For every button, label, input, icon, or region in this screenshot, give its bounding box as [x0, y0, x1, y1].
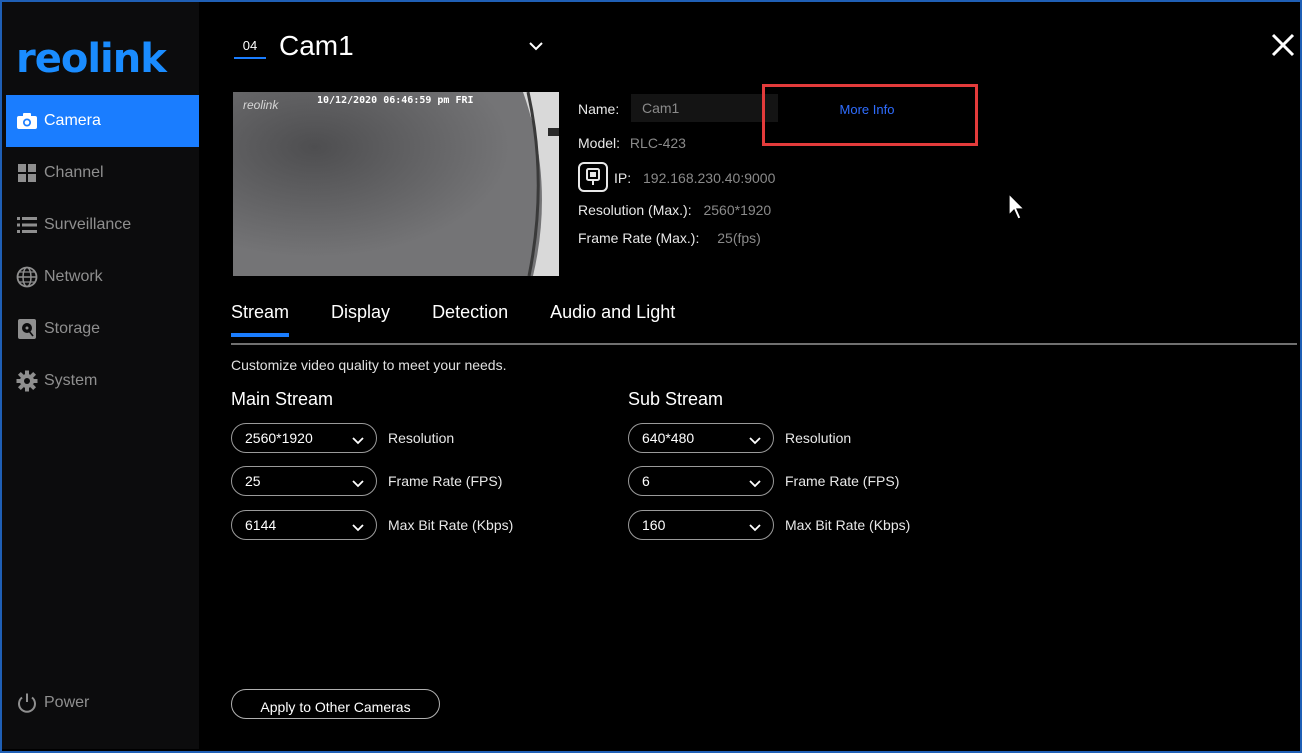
- sub-framerate-select[interactable]: 6: [628, 466, 774, 496]
- framerate-value: 25(fps): [717, 230, 761, 246]
- sidebar-item-label: Network: [44, 268, 103, 285]
- resolution-value: 2560*1920: [703, 202, 772, 218]
- ip-label: IP:: [614, 170, 632, 186]
- tab-display[interactable]: Display: [331, 302, 390, 337]
- sub-resolution-select[interactable]: 640*480: [628, 423, 774, 453]
- name-label: Name:: [578, 101, 620, 117]
- sidebar-item-system[interactable]: System: [6, 355, 199, 407]
- sidebar-item-camera[interactable]: Camera: [6, 95, 199, 147]
- select-value: 6144: [245, 517, 277, 533]
- page-description: Customize video quality to meet your nee…: [231, 357, 507, 373]
- preview-timestamp: 10/12/2020 06:46:59 pm FRI: [317, 95, 474, 106]
- power-icon: [16, 692, 38, 714]
- main-resolution-label: Resolution: [388, 430, 455, 446]
- settings-tabs: Stream Display Detection Audio and Light: [231, 302, 717, 337]
- sidebar: reolink Camera Channel Surveillance Netw…: [2, 2, 199, 749]
- list-icon: [16, 214, 38, 236]
- camera-preview: reolink 10/12/2020 06:46:59 pm FRI: [233, 92, 559, 276]
- framerate-row: Frame Rate (Max.): 25(fps): [578, 230, 761, 246]
- reolink-logo: reolink: [16, 36, 167, 82]
- storage-icon: [16, 318, 38, 340]
- name-field[interactable]: Cam1: [631, 94, 778, 122]
- preview-watermark: reolink: [243, 98, 279, 112]
- sub-bitrate-select[interactable]: 160: [628, 510, 774, 540]
- tab-divider: [231, 343, 1297, 345]
- framerate-label: Frame Rate (Max.):: [578, 230, 700, 246]
- select-value: 6: [642, 473, 650, 489]
- power-button[interactable]: Power: [16, 692, 89, 714]
- tab-detection[interactable]: Detection: [432, 302, 508, 337]
- sub-framerate-label: Frame Rate (FPS): [785, 473, 900, 489]
- ip-value: 192.168.230.40:9000: [643, 170, 776, 186]
- main-framerate-label: Frame Rate (FPS): [388, 473, 503, 489]
- globe-icon: [16, 266, 38, 288]
- sidebar-item-channel[interactable]: Channel: [6, 147, 199, 199]
- chevron-down-icon: [352, 520, 364, 532]
- camera-select-chevron-icon[interactable]: [528, 38, 544, 54]
- sidebar-item-label: Surveillance: [44, 216, 132, 233]
- chevron-down-icon: [749, 476, 761, 488]
- chevron-down-icon: [749, 520, 761, 532]
- main-resolution-select[interactable]: 2560*1920: [231, 423, 377, 453]
- resolution-label: Resolution (Max.):: [578, 202, 692, 218]
- sidebar-item-label: System: [44, 372, 98, 389]
- camera-title: Cam1: [279, 30, 354, 61]
- mouse-cursor-icon: [1008, 192, 1028, 221]
- gear-icon: [16, 370, 38, 392]
- sidebar-item-label: Channel: [44, 164, 104, 181]
- sidebar-item-storage[interactable]: Storage: [6, 303, 199, 355]
- tab-stream[interactable]: Stream: [231, 302, 290, 337]
- network-port-icon: [578, 162, 608, 192]
- chevron-down-icon: [352, 476, 364, 488]
- main-bitrate-label: Max Bit Rate (Kbps): [388, 517, 514, 533]
- select-value: 640*480: [642, 430, 695, 446]
- sub-bitrate-label: Max Bit Rate (Kbps): [785, 517, 911, 533]
- ip-row: IP: 192.168.230.40:9000: [614, 170, 775, 186]
- channel-number: 04: [234, 38, 266, 59]
- model-row: Model: RLC-423: [578, 135, 686, 151]
- resolution-row: Resolution (Max.): 2560*1920: [578, 202, 771, 218]
- select-value: 2560*1920: [245, 430, 313, 446]
- chevron-down-icon: [352, 433, 364, 445]
- select-value: 160: [642, 517, 666, 533]
- model-label: Model:: [578, 135, 621, 151]
- power-label: Power: [44, 694, 90, 711]
- sidebar-nav: Camera Channel Surveillance Network Stor…: [6, 95, 199, 407]
- sidebar-item-label: Camera: [44, 112, 101, 129]
- main-bitrate-select[interactable]: 6144: [231, 510, 377, 540]
- chevron-down-icon: [749, 433, 761, 445]
- sub-stream-title: Sub Stream: [628, 389, 724, 409]
- more-info-link[interactable]: More Info: [762, 84, 978, 146]
- sidebar-item-surveillance[interactable]: Surveillance: [6, 199, 199, 251]
- camera-icon: [16, 110, 38, 132]
- tab-audio-and-light[interactable]: Audio and Light: [550, 302, 675, 337]
- main-stream-title: Main Stream: [231, 389, 334, 409]
- grid-icon: [16, 162, 38, 184]
- sidebar-item-network[interactable]: Network: [6, 251, 199, 303]
- model-value: RLC-423: [629, 135, 686, 151]
- apply-to-other-cameras-button[interactable]: Apply to Other Cameras: [231, 689, 440, 719]
- sidebar-item-label: Storage: [44, 320, 101, 337]
- select-value: 25: [245, 473, 261, 489]
- more-info-label: More Info: [839, 102, 895, 117]
- close-icon[interactable]: [1270, 32, 1296, 58]
- main-framerate-select[interactable]: 25: [231, 466, 377, 496]
- sub-resolution-label: Resolution: [785, 430, 852, 446]
